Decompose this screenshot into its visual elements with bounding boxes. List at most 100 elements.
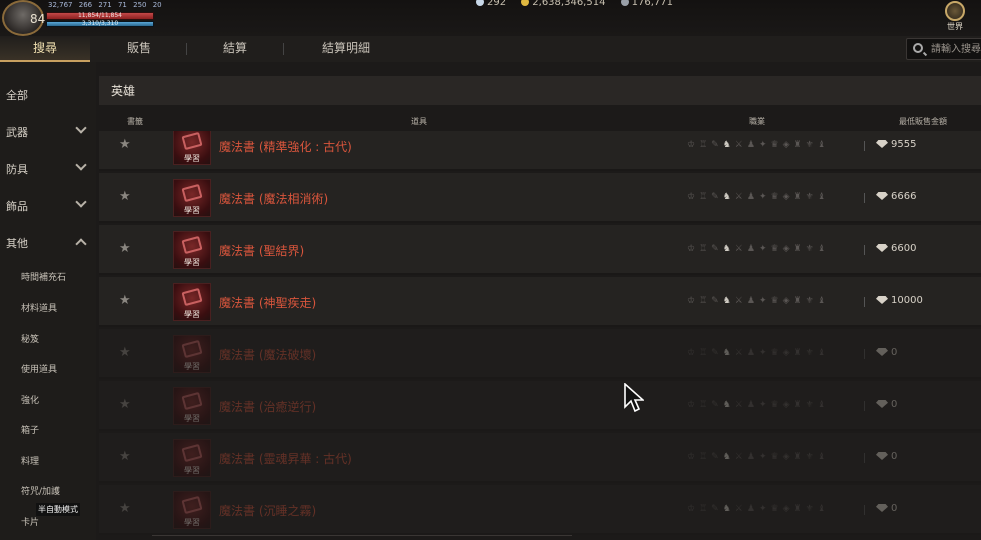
bookmark-star-icon[interactable]: ★ xyxy=(119,189,131,204)
class-icon: ⚔ xyxy=(734,400,747,410)
price-value: 6600 xyxy=(891,243,917,254)
class-icon: ♞ xyxy=(722,452,735,462)
table-row[interactable]: ★ 學習 魔法書 (聖結界) ♔♖✎♞⚔♟✦♛◈♜⚜♝ 6600 xyxy=(99,225,981,275)
sidebar-subitem-boxes[interactable]: 箱子 xyxy=(21,423,39,436)
gold-amount: 2,638,346,514 xyxy=(532,0,606,8)
sidebar-item-label: 武器 xyxy=(6,126,28,139)
diamond-icon xyxy=(476,0,484,6)
min-price: 6666 xyxy=(876,191,916,202)
player-level: 84 xyxy=(30,12,46,26)
stat-attack: 266 xyxy=(78,1,93,9)
sidebar-subitem-consumables[interactable]: 使用道具 xyxy=(21,362,57,375)
sidebar-subitem-cards[interactable]: 卡片 xyxy=(21,515,39,528)
class-icon: ♛ xyxy=(770,140,783,150)
class-icon: ♞ xyxy=(722,192,735,202)
class-icon: ♖ xyxy=(699,192,712,202)
world-label: 世界 xyxy=(947,22,963,31)
class-icon: ♛ xyxy=(770,452,783,462)
sidebar-subitem-secret-books[interactable]: 秘笈 xyxy=(21,332,39,345)
search-input[interactable] xyxy=(931,41,981,57)
min-price: 0 xyxy=(876,451,897,462)
sidebar-item-label: 防具 xyxy=(6,163,28,176)
class-icon: ♞ xyxy=(722,244,735,254)
price-value: 0 xyxy=(891,347,898,358)
bookmark-star-icon[interactable]: ★ xyxy=(119,501,131,516)
class-icon: ⚜ xyxy=(805,348,818,358)
class-icon: ⚔ xyxy=(734,296,747,306)
diamond-icon xyxy=(876,296,888,304)
class-icon: ♞ xyxy=(722,296,735,306)
table-row[interactable]: ★ 學習 魔法書 (魔法相消術) ♔♖✎♞⚔♟✦♛◈♜⚜♝ 6666 xyxy=(99,173,981,223)
learn-badge: 學習 xyxy=(184,310,200,319)
search-icon[interactable] xyxy=(913,43,923,53)
divider xyxy=(864,401,865,411)
tab-settlement[interactable]: 結算 xyxy=(190,36,280,62)
mouse-cursor-icon xyxy=(624,383,644,413)
class-icons: ♔♖✎♞⚔♟✦♛◈♜⚜♝ xyxy=(687,244,830,254)
class-icon: ♖ xyxy=(699,504,712,514)
class-icon: ♜ xyxy=(793,400,806,410)
divider xyxy=(864,453,865,463)
price-value: 0 xyxy=(891,503,898,514)
table-row[interactable]: ★ 學習 魔法書 (精準強化 : 古代) ♔♖✎♞⚔♟✦♛◈♜⚜♝ 9555 xyxy=(99,131,981,171)
spellbook-icon xyxy=(181,443,203,463)
item-icon: 學習 xyxy=(173,131,211,165)
class-icon: ♖ xyxy=(699,348,712,358)
sidebar-subitem-time-stone[interactable]: 時間補充石 xyxy=(21,270,66,283)
class-icon: ⚔ xyxy=(734,140,747,150)
bookmark-star-icon[interactable]: ★ xyxy=(119,241,131,256)
sidebar-subitem-materials[interactable]: 材料道具 xyxy=(21,301,57,314)
tab-sell[interactable]: 販售 xyxy=(94,36,184,62)
class-icon: ♜ xyxy=(793,452,806,462)
bookmark-star-icon[interactable]: ★ xyxy=(119,449,131,464)
bookmark-star-icon[interactable]: ★ xyxy=(119,345,131,360)
table-row[interactable]: ★ 學習 魔法書 (治癒逆行) ♔♖✎♞⚔♟✦♛◈♜⚜♝ 0 xyxy=(99,381,981,431)
page-title: 英雄 xyxy=(111,84,136,98)
bookmark-star-icon[interactable]: ★ xyxy=(119,397,131,412)
sidebar-subitem-cooking[interactable]: 料理 xyxy=(21,454,39,467)
bookmark-star-icon[interactable]: ★ xyxy=(119,137,131,152)
class-icon: ♔ xyxy=(687,192,700,202)
table-row[interactable]: ★ 學習 魔法書 (魔法破壞) ♔♖✎♞⚔♟✦♛◈♜⚜♝ 0 xyxy=(99,329,981,379)
class-icon: ♛ xyxy=(770,192,783,202)
item-icon: 學習 xyxy=(173,491,211,529)
world-button[interactable]: 世界 xyxy=(940,0,970,34)
min-price: 10000 xyxy=(876,295,923,306)
class-icon: ✦ xyxy=(758,296,771,306)
player-stats: 32,767 266 271 71 250 20 xyxy=(48,1,166,9)
class-icon: ♛ xyxy=(770,244,783,254)
auto-mode-toggle[interactable]: 半自動模式 xyxy=(36,503,80,516)
table-row[interactable]: ★ 學習 魔法書 (神聖疾走) ♔♖✎♞⚔♟✦♛◈♜⚜♝ 10000 xyxy=(99,277,981,327)
class-icon: ♜ xyxy=(793,348,806,358)
item-name: 魔法書 (治癒逆行) xyxy=(219,400,317,414)
class-icon: ♔ xyxy=(687,296,700,306)
bookmark-star-icon[interactable]: ★ xyxy=(119,293,131,308)
table-row[interactable]: ★ 學習 魔法書 (靈魂昇華 : 古代) ♔♖✎♞⚔♟✦♛◈♜⚜♝ 0 xyxy=(99,433,981,483)
item-name: 魔法書 (沉睡之霧) xyxy=(219,504,317,518)
class-icon: ♟ xyxy=(746,400,759,410)
tab-search[interactable]: 搜尋 xyxy=(0,36,90,62)
class-icon: ⚜ xyxy=(805,244,818,254)
mp-text: 3,310/3,310 xyxy=(81,20,119,27)
diamond-icon xyxy=(876,192,888,200)
class-icon: ⚜ xyxy=(805,452,818,462)
diamond-icon xyxy=(876,348,888,356)
spellbook-icon xyxy=(181,131,203,151)
class-icon: ⚔ xyxy=(734,504,747,514)
tab-settlement-details[interactable]: 結算明細 xyxy=(286,36,406,62)
table-row[interactable]: ★ 學習 魔法書 (沉睡之霧) ♔♖✎♞⚔♟✦♛◈♜⚜♝ 0 xyxy=(99,485,981,535)
bottom-divider xyxy=(152,535,572,540)
column-fav[interactable]: 書籤 xyxy=(127,116,143,127)
class-icon: ✎ xyxy=(711,244,723,254)
column-class[interactable]: 職業 xyxy=(749,116,765,127)
chevron-down-icon xyxy=(75,159,87,171)
divider xyxy=(864,349,865,359)
learn-badge: 學習 xyxy=(184,362,200,371)
sidebar-subitem-charms[interactable]: 符咒/加護 xyxy=(21,484,60,497)
search-box[interactable] xyxy=(906,38,981,60)
min-price: 0 xyxy=(876,347,897,358)
column-item[interactable]: 道具 xyxy=(411,116,427,127)
column-min-price[interactable]: 最低販售金額 xyxy=(899,116,947,127)
category-header: 英雄 xyxy=(99,76,981,105)
sidebar-subitem-enhance[interactable]: 強化 xyxy=(21,393,39,406)
